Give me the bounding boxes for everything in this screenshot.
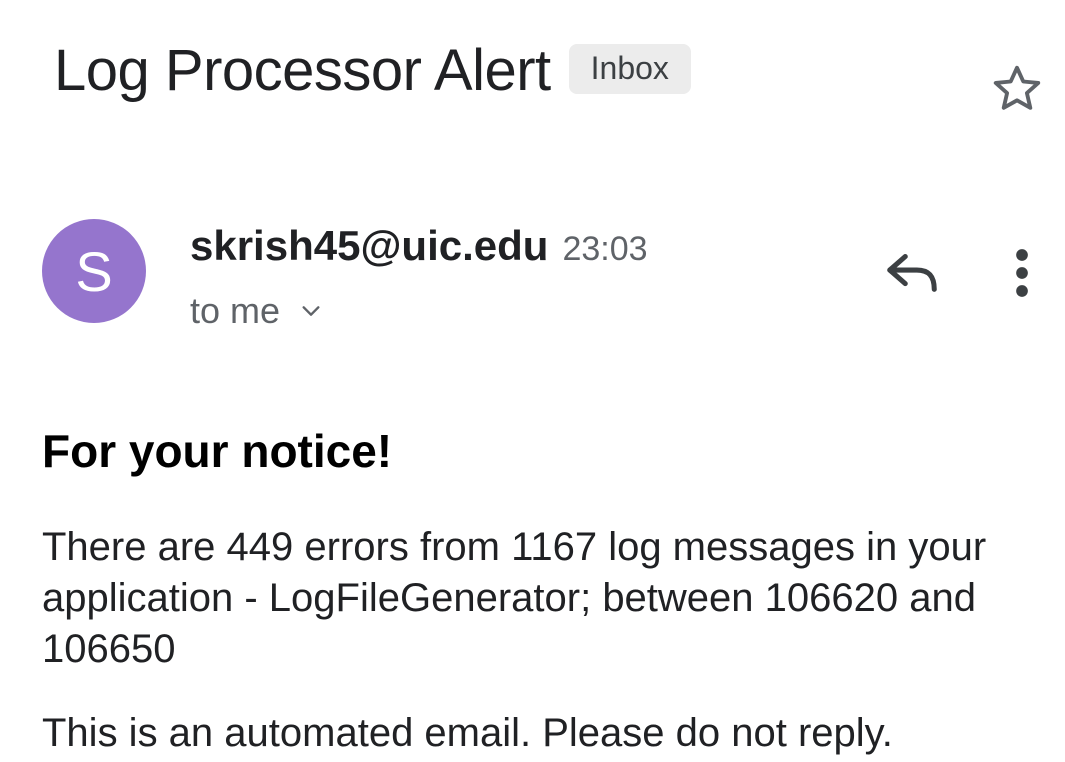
sender-address[interactable]: skrish45@uic.edu	[190, 222, 548, 270]
body-paragraph-automated: This is an automated email. Please do no…	[42, 711, 893, 755]
email-header: Log Processor Alert Inbox	[54, 36, 691, 106]
recipient-label: to me	[190, 290, 281, 331]
email-timestamp: 23:03	[562, 230, 648, 268]
more-vert-icon[interactable]	[1006, 246, 1038, 300]
body-heading: For your notice!	[42, 425, 393, 477]
inbox-label-chip[interactable]: Inbox	[568, 44, 691, 94]
sender-avatar[interactable]: S	[42, 219, 146, 323]
sender-line: skrish45@uic.edu 23:03	[190, 222, 648, 270]
email-subject: Log Processor Alert	[54, 38, 551, 103]
chevron-down-icon	[302, 306, 320, 316]
body-paragraph-errors: There are 449 errors from 1167 log messa…	[42, 525, 987, 671]
reply-icon[interactable]	[884, 248, 942, 296]
recipient-details-toggle[interactable]: to me	[190, 290, 322, 332]
star-icon[interactable]	[988, 60, 1046, 118]
avatar-initial: S	[75, 239, 113, 303]
